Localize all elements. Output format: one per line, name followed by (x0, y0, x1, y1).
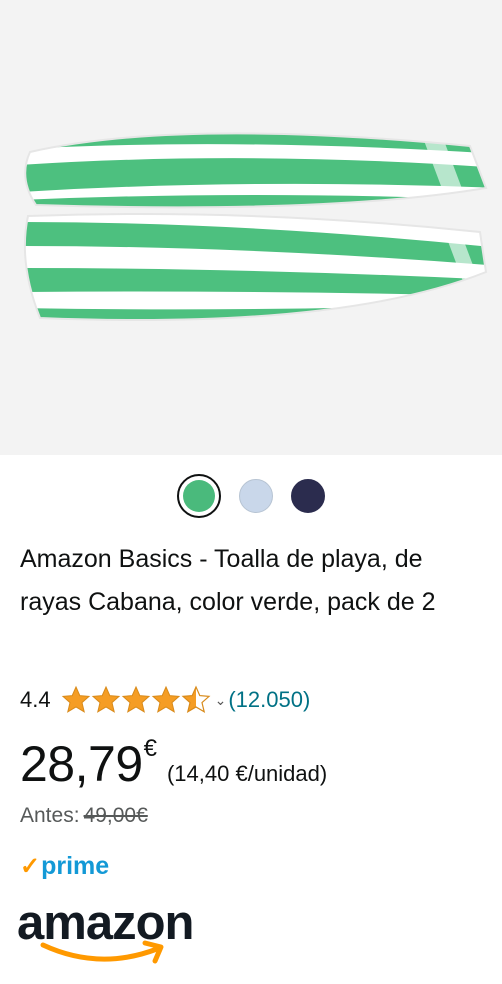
rating-row[interactable]: 4.4 ⌄ (12.050) (20, 682, 310, 718)
previous-price-label: Antes: (20, 804, 80, 827)
product-image[interactable] (0, 0, 502, 455)
star-rating (61, 685, 211, 715)
striped-towel-image (23, 132, 488, 322)
star-icon (62, 686, 90, 713)
swatch-green-dot (183, 480, 215, 512)
previous-price: Antes: 49,00€ (20, 804, 148, 828)
price-amount: 28,79 (20, 736, 143, 792)
amazon-logo: amazon (17, 897, 217, 977)
rating-count-link[interactable]: (12.050) (228, 687, 310, 713)
color-swatches (0, 474, 502, 518)
prime-label: prime (41, 852, 110, 880)
rating-value: 4.4 (20, 687, 51, 712)
swatch-light-blue[interactable] (239, 479, 273, 513)
swatch-navy[interactable] (291, 479, 325, 513)
star-icon (122, 686, 150, 713)
unit-price: (14,40 €/unidad) (166, 761, 328, 786)
price-row: 28,79 € (14,40 €/unidad) (20, 734, 327, 794)
price-currency: € (143, 735, 157, 762)
chevron-down-icon[interactable]: ⌄ (215, 692, 227, 709)
swatch-green[interactable] (177, 474, 221, 518)
star-icon (152, 686, 180, 713)
prime-check-icon: ✓ (20, 853, 41, 880)
prime-badge: ✓ prime (20, 852, 109, 881)
half-star-icon (181, 686, 210, 713)
product-title[interactable]: Amazon Basics - Toalla de playa, de raya… (20, 538, 482, 624)
previous-price-value: 49,00€ (83, 804, 148, 827)
star-icon (92, 686, 120, 713)
smile-arrow-icon (40, 940, 164, 964)
